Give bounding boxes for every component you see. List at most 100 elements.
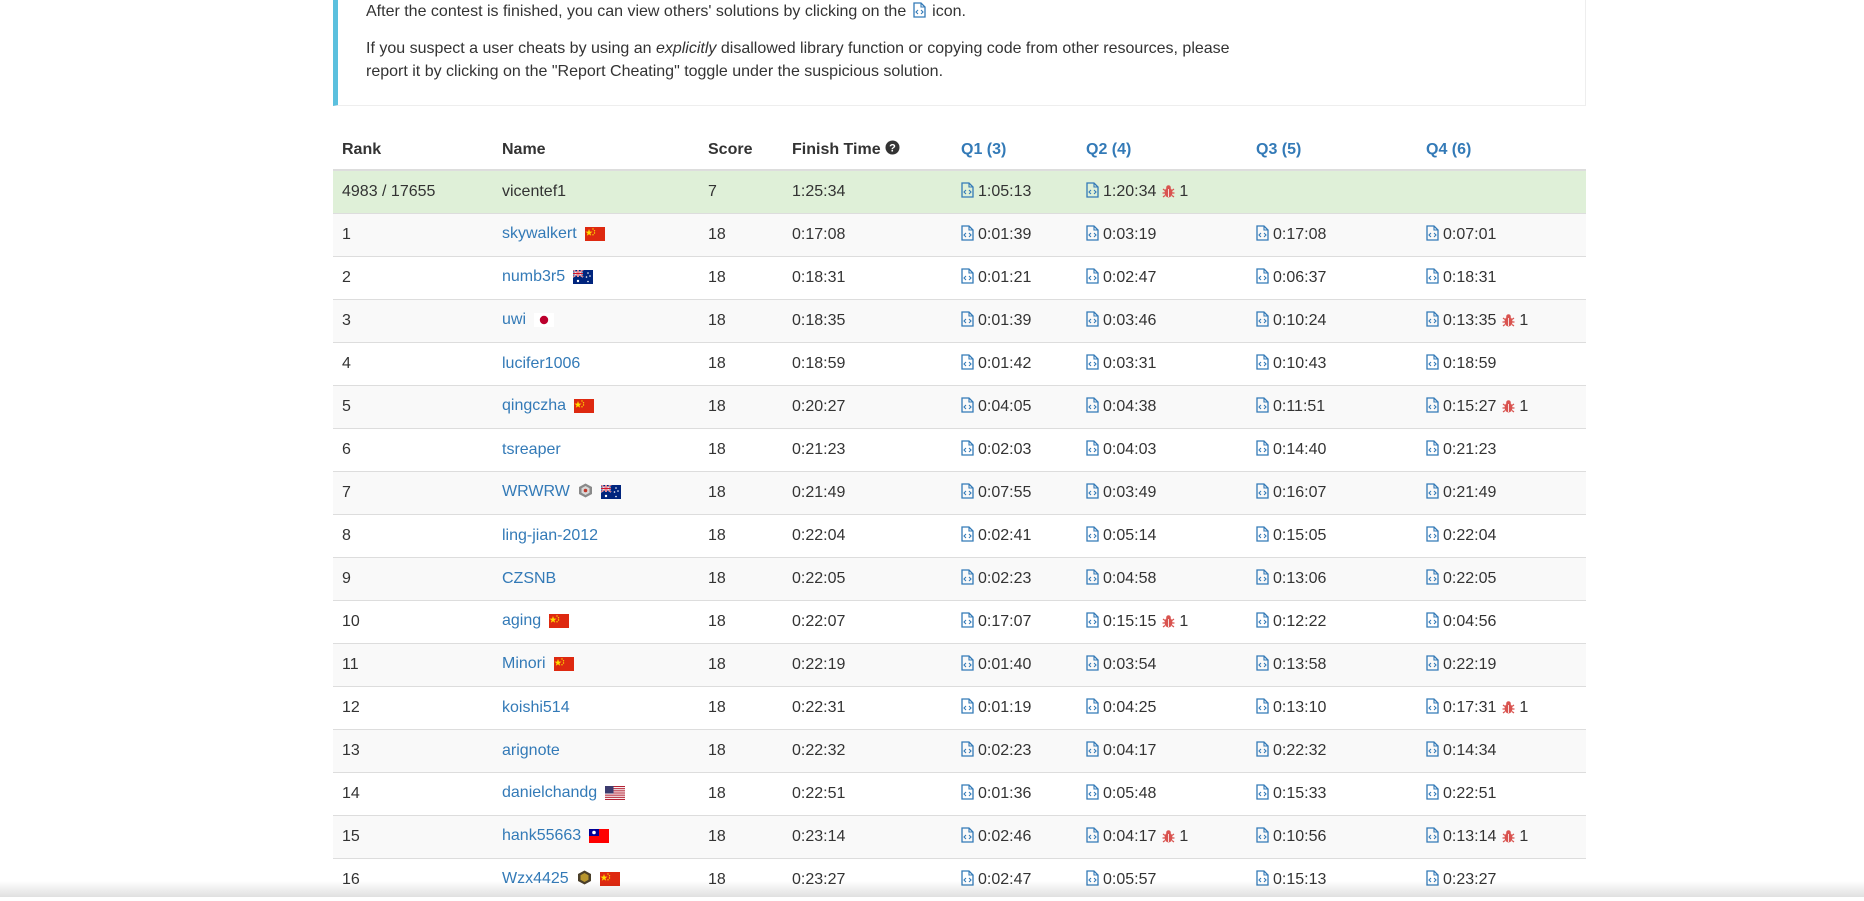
code-file-icon[interactable] — [1426, 741, 1439, 762]
code-file-icon[interactable] — [1086, 397, 1099, 418]
header-q3[interactable]: Q3 (5) — [1247, 131, 1417, 170]
code-file-icon[interactable] — [1256, 311, 1269, 332]
question-4-link[interactable]: Q4 (6) — [1426, 141, 1471, 158]
code-file-icon[interactable] — [1086, 698, 1099, 719]
code-file-icon[interactable] — [961, 483, 974, 504]
code-file-icon[interactable] — [1426, 569, 1439, 590]
code-file-icon[interactable] — [1426, 483, 1439, 504]
rank-cell: 8 — [333, 515, 493, 558]
code-file-icon[interactable] — [1256, 397, 1269, 418]
code-file-icon[interactable] — [1256, 655, 1269, 676]
user-profile-link[interactable]: Minori — [502, 655, 546, 672]
question-3-link[interactable]: Q3 (5) — [1256, 141, 1301, 158]
rank-cell: 2 — [333, 257, 493, 300]
code-file-icon[interactable] — [1256, 698, 1269, 719]
code-file-icon[interactable] — [961, 612, 974, 633]
code-file-icon[interactable] — [1086, 440, 1099, 461]
user-profile-link[interactable]: tsreaper — [502, 441, 561, 458]
code-file-icon[interactable] — [961, 268, 974, 289]
code-file-icon[interactable] — [1426, 440, 1439, 461]
code-file-icon[interactable] — [1426, 526, 1439, 547]
code-file-icon[interactable] — [1086, 526, 1099, 547]
user-profile-link[interactable]: lucifer1006 — [502, 355, 580, 372]
header-q4[interactable]: Q4 (6) — [1417, 131, 1586, 170]
code-file-icon[interactable] — [961, 354, 974, 375]
code-file-icon[interactable] — [1086, 311, 1099, 332]
header-q2[interactable]: Q2 (4) — [1077, 131, 1247, 170]
code-file-icon[interactable] — [961, 397, 974, 418]
code-file-icon[interactable] — [1256, 784, 1269, 805]
name-cell: danielchandg — [493, 773, 699, 816]
question-cell: 0:04:17 — [1077, 730, 1247, 773]
user-profile-link[interactable]: hank55663 — [502, 827, 581, 844]
user-profile-link[interactable]: koishi514 — [502, 699, 570, 716]
code-file-icon[interactable] — [1256, 741, 1269, 762]
code-file-icon[interactable] — [1256, 612, 1269, 633]
code-file-icon[interactable] — [1086, 741, 1099, 762]
user-profile-link[interactable]: numb3r5 — [502, 268, 565, 285]
question-1-link[interactable]: Q1 (3) — [961, 141, 1006, 158]
code-file-icon[interactable] — [1426, 354, 1439, 375]
question-cell: 0:02:23 — [952, 558, 1077, 601]
code-file-icon[interactable] — [1256, 225, 1269, 246]
code-file-icon[interactable] — [1256, 483, 1269, 504]
code-file-icon[interactable] — [961, 225, 974, 246]
user-profile-link[interactable]: WRWRW — [502, 483, 570, 500]
user-profile-link[interactable]: uwi — [502, 311, 526, 328]
user-profile-link[interactable]: ling-jian-2012 — [502, 527, 598, 544]
code-file-icon[interactable] — [961, 741, 974, 762]
code-file-icon[interactable] — [961, 698, 974, 719]
code-file-icon[interactable] — [1086, 655, 1099, 676]
code-file-icon[interactable] — [1426, 784, 1439, 805]
code-file-icon[interactable] — [1426, 612, 1439, 633]
code-file-icon[interactable] — [961, 182, 974, 203]
code-file-icon[interactable] — [961, 784, 974, 805]
code-file-icon[interactable] — [1426, 397, 1439, 418]
question-cell: 0:01:19 — [952, 687, 1077, 730]
code-file-icon[interactable] — [1256, 354, 1269, 375]
question-cell: 0:03:54 — [1077, 644, 1247, 687]
code-file-icon[interactable] — [1086, 612, 1099, 633]
code-file-icon[interactable] — [961, 569, 974, 590]
code-file-icon[interactable] — [1426, 655, 1439, 676]
code-file-icon[interactable] — [1256, 827, 1269, 848]
name-cell: qingczha — [493, 386, 699, 429]
rank-cell: 13 — [333, 730, 493, 773]
code-file-icon[interactable] — [1256, 440, 1269, 461]
question-2-link[interactable]: Q2 (4) — [1086, 141, 1131, 158]
code-file-icon[interactable] — [1426, 225, 1439, 246]
code-file-icon[interactable] — [1086, 182, 1099, 203]
wrong-submission-count: 1 — [1179, 183, 1188, 200]
code-file-icon[interactable] — [1256, 526, 1269, 547]
question-cell: 0:06:37 — [1247, 257, 1417, 300]
code-file-icon[interactable] — [1086, 225, 1099, 246]
code-file-icon[interactable] — [1256, 569, 1269, 590]
code-file-icon[interactable] — [1086, 354, 1099, 375]
code-file-icon[interactable] — [1426, 311, 1439, 332]
code-file-icon[interactable] — [961, 655, 974, 676]
code-file-icon[interactable] — [1086, 784, 1099, 805]
rank-cell: 11 — [333, 644, 493, 687]
code-file-icon[interactable] — [961, 440, 974, 461]
ranking-body: 4983 / 17655vicentef171:25:341:05:131:20… — [333, 170, 1586, 901]
code-file-icon[interactable] — [1086, 483, 1099, 504]
code-file-icon[interactable] — [1256, 268, 1269, 289]
user-profile-link[interactable]: aging — [502, 612, 541, 629]
code-file-icon[interactable] — [961, 311, 974, 332]
user-profile-link[interactable]: arignote — [502, 742, 560, 759]
code-file-icon[interactable] — [1086, 827, 1099, 848]
code-file-icon[interactable] — [1086, 268, 1099, 289]
user-profile-link[interactable]: CZSNB — [502, 570, 556, 587]
code-file-icon[interactable] — [961, 827, 974, 848]
code-file-icon[interactable] — [1426, 268, 1439, 289]
code-file-icon[interactable] — [1426, 698, 1439, 719]
code-file-icon[interactable] — [961, 526, 974, 547]
rank-cell: 10 — [333, 601, 493, 644]
user-profile-link[interactable]: qingczha — [502, 397, 566, 414]
question-circle-icon[interactable]: ? — [885, 140, 900, 160]
user-profile-link[interactable]: skywalkert — [502, 225, 577, 242]
user-profile-link[interactable]: danielchandg — [502, 784, 597, 801]
header-q1[interactable]: Q1 (3) — [952, 131, 1077, 170]
code-file-icon[interactable] — [1426, 827, 1439, 848]
code-file-icon[interactable] — [1086, 569, 1099, 590]
